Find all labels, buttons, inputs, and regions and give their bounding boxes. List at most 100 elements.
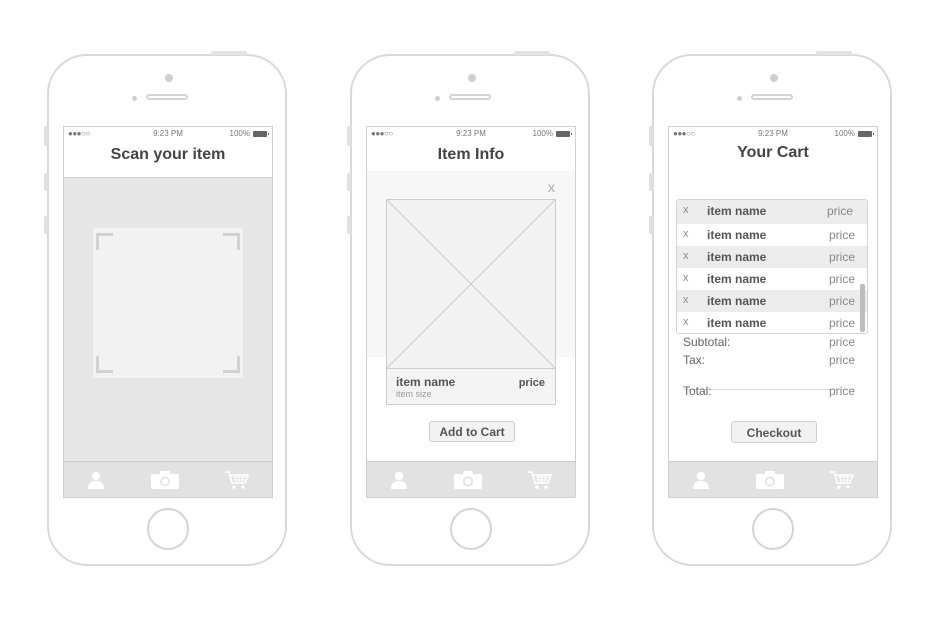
page-title: Your Cart [737, 144, 809, 161]
tab-bar [367, 461, 575, 497]
cart-item-price: price [828, 228, 855, 242]
cart-item-name: item name [707, 294, 767, 308]
screen-scan: ●●●○○ 9:23 PM 100% Scan your item [63, 126, 273, 498]
volume-up-button [44, 173, 48, 191]
frame-corner-bottom-left [96, 356, 113, 373]
screen-item-info: ●●●○○ 9:23 PM 100% Item Info x item name… [366, 126, 576, 498]
volume-up-button [347, 173, 351, 191]
battery-icon [253, 131, 269, 137]
scan-target-frame [93, 228, 243, 378]
tax-label: Tax: [683, 353, 706, 367]
cart-item-price: price [828, 250, 855, 264]
cart-row: x item name price [677, 290, 867, 312]
cart-icon [830, 470, 855, 489]
user-icon [88, 471, 104, 489]
tab-profile[interactable] [86, 470, 106, 490]
cart-item-name: item name [707, 316, 767, 330]
tab-cart[interactable] [527, 470, 553, 490]
add-to-cart-button[interactable]: Add to Cart [429, 421, 515, 442]
tab-bar [669, 461, 877, 497]
earpiece-speaker [449, 94, 491, 100]
checkout-button[interactable]: Checkout [731, 421, 817, 443]
cart-item-name: item name [707, 250, 767, 264]
remove-item-button[interactable]: x [683, 272, 689, 284]
tab-cart[interactable] [224, 470, 250, 490]
tab-cart[interactable] [829, 470, 855, 490]
page-title: Item Info [437, 146, 505, 163]
subtotal-label: Subtotal: [683, 335, 731, 349]
camera-icon [151, 470, 179, 489]
earpiece-speaker [146, 94, 188, 100]
cart-item-price: price [828, 272, 855, 286]
subtotal-value: price [828, 335, 855, 349]
subtotal-line: Subtotal: price [683, 335, 855, 349]
cart-row: x item name price [677, 224, 867, 246]
frame-corner-top-right [223, 233, 240, 250]
front-camera [468, 74, 476, 82]
phone-cart: ●●●○○ 9:23 PM 100% Your Cart x item name… [649, 51, 892, 566]
tab-scan[interactable] [453, 470, 483, 490]
mute-switch [347, 126, 351, 146]
total-line: Total: price [683, 384, 855, 398]
phone-item-info: ●●●○○ 9:23 PM 100% Item Info x item name… [347, 51, 590, 566]
battery-icon [858, 131, 874, 137]
screen-cart: ●●●○○ 9:23 PM 100% Your Cart x item name… [668, 126, 878, 498]
total-label: Total: [683, 384, 712, 398]
front-camera [770, 74, 778, 82]
cart-scrollbar[interactable] [860, 284, 865, 332]
remove-item-button[interactable]: x [683, 316, 689, 328]
tab-bar [64, 461, 272, 497]
front-camera [165, 74, 173, 82]
volume-up-button [649, 173, 653, 191]
status-bar: ●●●○○ 9:23 PM 100% [367, 127, 575, 141]
battery-percent: 100% [532, 129, 553, 138]
earpiece-speaker [751, 94, 793, 100]
tab-scan[interactable] [755, 470, 785, 490]
remove-item-button[interactable]: x [683, 250, 689, 262]
cart-icon [528, 470, 553, 489]
frame-corner-bottom-right [223, 356, 240, 373]
item-name: item name [396, 375, 456, 389]
cart-icon [225, 470, 250, 489]
tax-line: Tax: price [683, 353, 855, 367]
frame-corner-top-left [96, 233, 113, 250]
cart-row: x item name price [677, 268, 867, 290]
item-size: item size [396, 389, 432, 399]
battery-percent: 100% [229, 129, 250, 138]
total-value: price [828, 384, 855, 398]
page-title: Scan your item [110, 146, 226, 163]
volume-down-button [347, 216, 351, 234]
volume-down-button [649, 216, 653, 234]
cart-item-name: item name [707, 228, 767, 242]
battery-percent: 100% [834, 129, 855, 138]
home-button [147, 508, 189, 550]
remove-item-button[interactable]: x [683, 294, 689, 306]
tab-profile[interactable] [389, 470, 409, 490]
close-button[interactable]: x [548, 179, 555, 195]
cart-row: x item name price [677, 312, 867, 333]
proximity-sensor [737, 96, 742, 101]
remove-item-button[interactable]: x [683, 228, 689, 240]
mute-switch [649, 126, 653, 146]
item-image-placeholder [386, 199, 556, 369]
phone-scan: ●●●○○ 9:23 PM 100% Scan your item [44, 51, 287, 566]
cart-item-price: price [828, 316, 855, 330]
camera-icon [454, 470, 482, 489]
cart-list[interactable]: x item name price x item name price x it… [676, 199, 868, 334]
cart-row: x item name price [677, 200, 867, 224]
tab-profile[interactable] [691, 470, 711, 490]
tax-value: price [828, 353, 855, 367]
tab-scan[interactable] [150, 470, 180, 490]
item-price: price [518, 377, 545, 389]
camera-icon [756, 470, 784, 489]
proximity-sensor [435, 96, 440, 101]
remove-item-button[interactable]: x [683, 204, 689, 216]
user-icon [391, 471, 407, 489]
user-icon [693, 471, 709, 489]
cart-item-name: item name [707, 204, 767, 218]
cart-item-price: price [828, 294, 855, 308]
mute-switch [44, 126, 48, 146]
battery-icon [556, 131, 572, 137]
item-details: item name item size price [386, 369, 556, 405]
camera-viewfinder[interactable] [64, 177, 272, 463]
